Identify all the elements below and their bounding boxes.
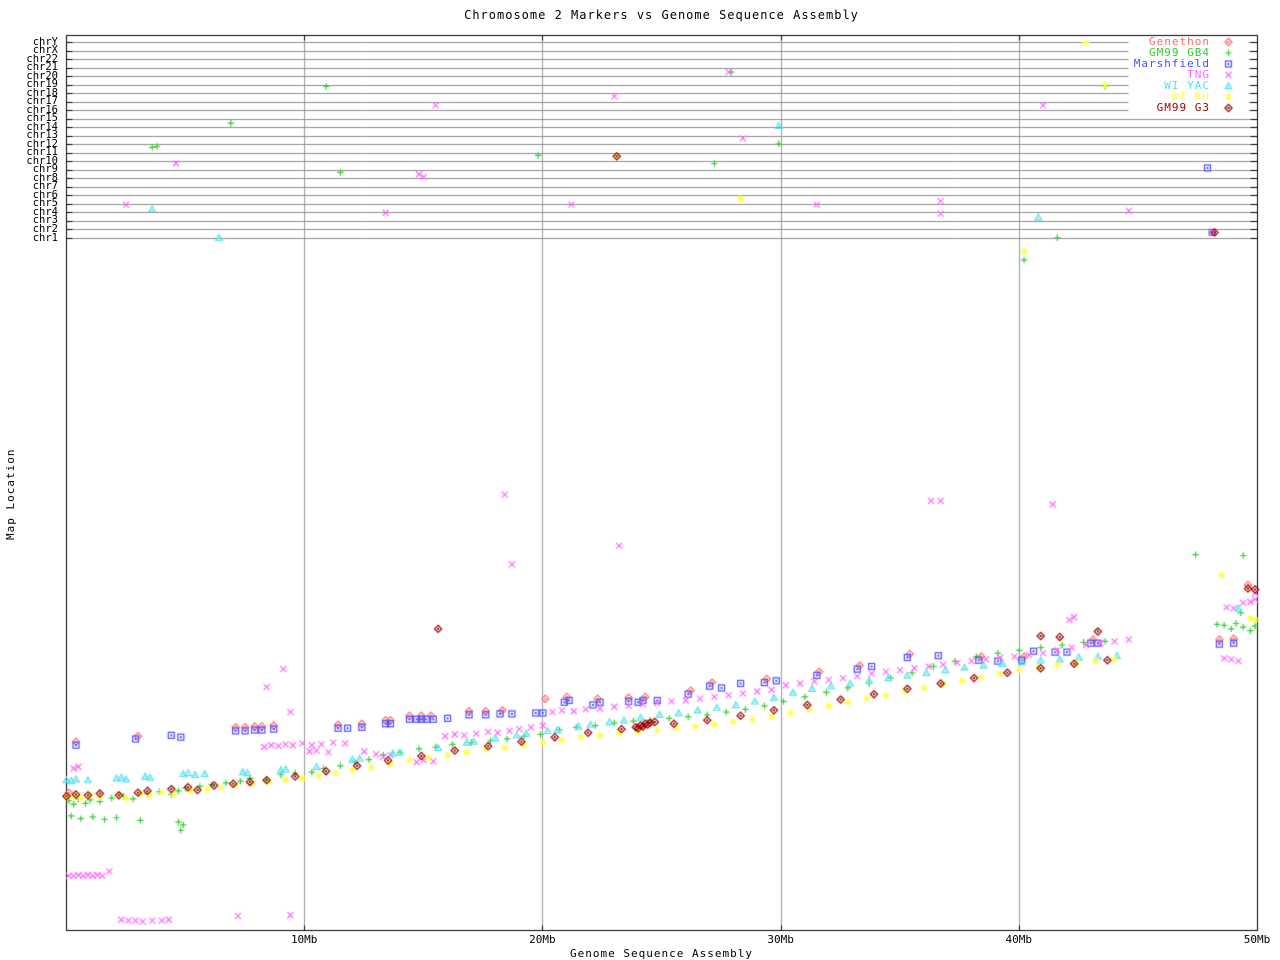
legend: Genethon GM99 GB4 Marshfield TNG WI YAC WI RH… — [1098, 36, 1210, 113]
y-axis-title: Map Location — [4, 448, 17, 540]
x-axis-label-30Mb: 30Mb — [767, 933, 794, 946]
x-axis-label-20Mb: 20Mb — [529, 933, 556, 946]
x-axis-title: Genome Sequence Assembly — [570, 947, 753, 960]
y-axis-label-chr1: chr1 — [32, 231, 58, 244]
legend-item-gm99-g3: GM99 G3 — [1156, 101, 1210, 114]
x-axis-label-10Mb: 10Mb — [290, 933, 318, 946]
chart: Chromosome 2 Markers vs Genome Sequence … — [0, 0, 1280, 960]
x-axis-label-40Mb: 40Mb — [1005, 933, 1033, 946]
x-axis-label-50Mb: 50Mb — [1243, 933, 1271, 946]
plot-canvas — [0, 0, 1280, 960]
